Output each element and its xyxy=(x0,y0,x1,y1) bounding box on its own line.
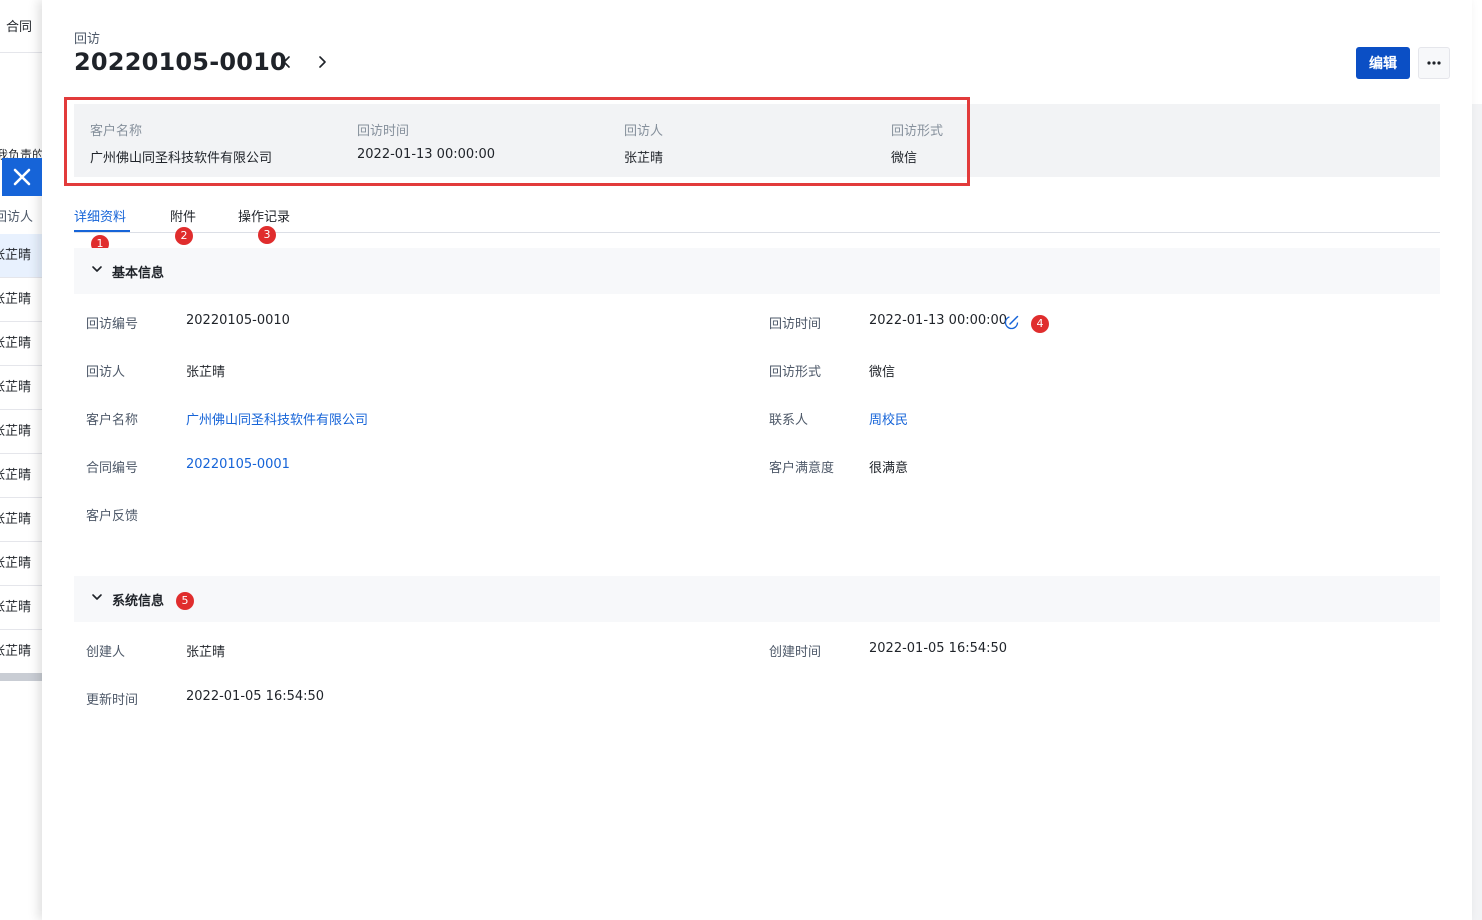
chevron-left-icon xyxy=(283,56,290,68)
tab-details[interactable]: 详细资料 xyxy=(74,206,126,225)
chevron-down-icon[interactable] xyxy=(90,590,104,604)
visit-time-label: 回访时间 xyxy=(769,317,822,332)
previous-record-button[interactable] xyxy=(277,52,297,72)
created-time-label: 创建时间 xyxy=(769,645,822,660)
updated-time-value: 2022-01-05 16:54:50 xyxy=(186,689,325,704)
creator-value: 张芷晴 xyxy=(186,645,226,660)
basic-info-title: 基本信息 xyxy=(112,266,165,281)
tab-attachments[interactable]: 附件 xyxy=(170,206,196,225)
active-tab-indicator xyxy=(74,230,130,232)
visit-no-value: 20220105-0010 xyxy=(186,313,290,328)
annotation-badge: 4 xyxy=(1031,315,1049,333)
annotation-badge: 5 xyxy=(176,592,194,610)
bg-table-row[interactable]: 张芷晴 xyxy=(0,410,44,454)
updated-time-label: 更新时间 xyxy=(86,693,139,708)
bg-table-row[interactable]: 张芷晴 xyxy=(0,278,44,322)
contact-link[interactable]: 周校民 xyxy=(869,409,908,428)
annotation-badge: 2 xyxy=(175,227,193,245)
creator-label: 创建人 xyxy=(86,645,126,660)
system-info-title: 系统信息 xyxy=(112,594,165,609)
close-drawer-button[interactable] xyxy=(2,158,42,196)
close-icon xyxy=(13,168,31,186)
contract-no-label: 合同编号 xyxy=(86,461,139,476)
customer-label: 客户名称 xyxy=(86,413,139,428)
customer-link[interactable]: 广州佛山同圣科技软件有限公司 xyxy=(186,409,368,428)
edit-button[interactable]: 编辑 xyxy=(1356,47,1410,79)
bg-table-row[interactable]: 张芷晴 xyxy=(0,630,44,674)
feedback-label: 客户反馈 xyxy=(86,509,139,524)
bg-table-row[interactable]: 张芷晴 xyxy=(0,454,44,498)
more-horizontal-icon xyxy=(1427,61,1441,65)
bg-column-header: 回访人 xyxy=(0,210,34,225)
tab-operation-log[interactable]: 操作记录 xyxy=(238,206,290,225)
visitor-label: 回访人 xyxy=(86,365,126,380)
entity-type-label: 回访 xyxy=(74,32,101,47)
bg-table-row[interactable]: 张芷晴 xyxy=(0,366,44,410)
visit-form-label: 回访形式 xyxy=(769,365,822,380)
detail-tabs: 详细资料 附件 操作记录 xyxy=(74,204,1440,233)
visit-no-label: 回访编号 xyxy=(86,317,139,332)
bg-table-row[interactable]: 张芷晴 xyxy=(0,542,44,586)
bg-tab-divider xyxy=(0,52,44,53)
system-info-section-header: 系统信息 xyxy=(74,576,1440,622)
visitor-value: 张芷晴 xyxy=(186,365,226,380)
visit-time-value: 2022-01-13 00:00:00 xyxy=(869,313,1008,328)
satisfaction-value: 很满意 xyxy=(869,461,909,476)
chevron-down-icon[interactable] xyxy=(90,262,104,276)
bg-table-row[interactable]: 张芷晴 xyxy=(0,234,44,278)
bg-table-row[interactable]: 张芷晴 xyxy=(0,586,44,630)
bg-table-row[interactable]: 张芷晴 xyxy=(0,322,44,366)
contract-no-link[interactable]: 20220105-0001 xyxy=(186,457,290,472)
visit-form-value: 微信 xyxy=(869,365,896,380)
bg-horizontal-scrollbar[interactable] xyxy=(0,673,44,681)
next-record-button[interactable] xyxy=(312,52,332,72)
background-list: 合同 我负责的 回访人 张芷晴 张芷晴 张芷晴 张芷晴 张芷晴 张芷晴 张芷晴 … xyxy=(0,0,44,920)
right-scroll-track xyxy=(1472,104,1482,920)
contact-label: 联系人 xyxy=(769,413,809,428)
annotation-badge: 3 xyxy=(258,226,276,244)
detail-drawer: 回访 20220105-0010 编辑 客户名称 广州佛山同圣科技软件有限公司 … xyxy=(42,0,1472,920)
bg-tab-contract[interactable]: 合同 xyxy=(6,16,32,35)
created-time-value: 2022-01-05 16:54:50 xyxy=(869,641,1008,656)
record-title: 20220105-0010 xyxy=(74,48,287,76)
annotation-highlight-box xyxy=(64,97,970,186)
more-actions-button[interactable] xyxy=(1418,47,1450,79)
satisfaction-label: 客户满意度 xyxy=(769,461,835,476)
chevron-right-icon xyxy=(319,56,326,68)
edit-pen-icon[interactable] xyxy=(1004,314,1020,330)
basic-info-section-header: 基本信息 xyxy=(74,248,1440,294)
bg-table-row[interactable]: 张芷晴 xyxy=(0,498,44,542)
